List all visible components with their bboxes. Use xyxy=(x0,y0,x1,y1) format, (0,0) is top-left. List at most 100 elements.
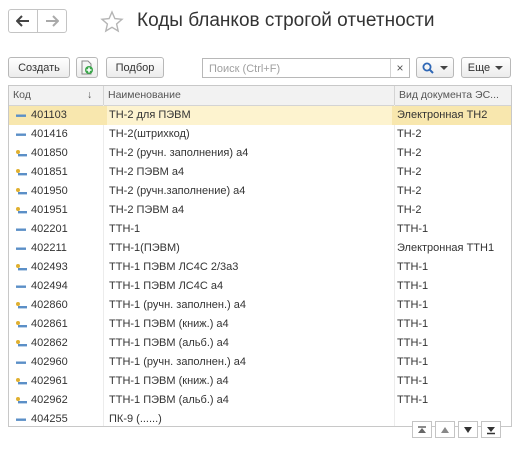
cell-name: ТТН-1 ПЭВМ (книж.) а4 xyxy=(109,375,229,387)
search-input[interactable] xyxy=(207,60,391,78)
cell-code: 404255 xyxy=(31,413,68,425)
scroll-to-last-button[interactable] xyxy=(481,421,501,438)
cell-doctype: ТТН-1 xyxy=(397,337,429,349)
forward-button[interactable] xyxy=(37,9,67,33)
cell-code: 402494 xyxy=(31,280,68,292)
search-box: × xyxy=(202,58,410,78)
cell-doctype: ТТН-1 xyxy=(397,299,429,311)
scroll-down-button[interactable] xyxy=(458,421,478,438)
table-row[interactable]: 401951 ТН-2 ПЭВМ а4 ТН-2 xyxy=(9,201,511,220)
table-row[interactable]: 402962 ТТН-1 ПЭВМ (альб.) а4 ТТН-1 xyxy=(9,391,511,410)
table-row[interactable]: 402201 ТТН-1 ТТН-1 xyxy=(9,220,511,239)
arrow-up-icon xyxy=(441,426,449,433)
dash-icon xyxy=(16,361,26,364)
cell-name: ТТН-1 xyxy=(109,223,141,235)
cell-doctype: ТТН-1 xyxy=(397,375,429,387)
cell-doctype: ТТН-1 xyxy=(397,394,429,406)
dash-dot-icon xyxy=(16,378,27,385)
cell-code: 401103 xyxy=(31,109,67,121)
cell-doctype: Электронная ТТН1 xyxy=(397,242,495,254)
table-row[interactable]: 401950 ТН-2 (ручн.заполнение) а4 ТН-2 xyxy=(9,182,511,201)
cell-name: ТТН-1 (ручн. заполнен.) а4 xyxy=(109,356,246,368)
add-document-icon xyxy=(81,60,93,75)
dash-dot-icon xyxy=(16,188,27,195)
table-row[interactable]: 402861 ТТН-1 ПЭВМ (книж.) а4 ТТН-1 xyxy=(9,315,511,334)
dash-icon xyxy=(16,285,26,288)
dash-dot-icon xyxy=(16,397,27,404)
cell-doctype: ТТН-1 xyxy=(397,356,429,368)
cell-name: ТТН-1 ПЭВМ ЛС4С а4 xyxy=(109,280,224,292)
favorite-star-icon[interactable] xyxy=(100,10,124,37)
cell-doctype: ТТН-1 xyxy=(397,223,429,235)
dash-dot-icon xyxy=(16,150,27,157)
cell-doctype: ТН-2 xyxy=(397,204,422,216)
dash-dot-icon xyxy=(16,340,27,347)
cell-name: ТТН-1 (ручн. заполнен.) а4 xyxy=(109,299,246,311)
select-button[interactable]: Подбор xyxy=(106,57,164,78)
search-icon xyxy=(422,62,434,74)
dash-icon xyxy=(16,114,26,117)
cell-name: ТТН-1(ПЭВМ) xyxy=(109,242,180,254)
cell-name: ТН-2 (ручн.заполнение) а4 xyxy=(109,185,246,197)
dash-icon xyxy=(16,228,26,231)
create-copy-button[interactable] xyxy=(76,57,98,78)
cell-name: ТТН-1 ПЭВМ (альб.) а4 xyxy=(109,394,229,406)
table-row[interactable]: 401851 ТН-2 ПЭВМ а4 ТН-2 xyxy=(9,163,511,182)
cell-code: 402862 xyxy=(31,337,68,349)
dash-dot-icon xyxy=(16,302,27,309)
column-header-doctype[interactable]: Вид документа ЭС... xyxy=(395,86,511,105)
column-header-name[interactable]: Наименование xyxy=(104,86,394,105)
cell-code: 401416 xyxy=(31,128,68,140)
cell-code: 402961 xyxy=(31,375,68,387)
arrow-left-icon xyxy=(16,15,29,27)
dash-icon xyxy=(16,133,26,136)
table-row[interactable]: 402960 ТТН-1 (ручн. заполнен.) а4 ТТН-1 xyxy=(9,353,511,372)
cell-doctype: ТН-2 xyxy=(397,147,422,159)
clear-search-button[interactable]: × xyxy=(390,59,409,77)
cell-doctype: ТТН-1 xyxy=(397,318,429,330)
cell-name: ТН-2 ПЭВМ а4 xyxy=(109,204,185,216)
cell-code: 402962 xyxy=(31,394,68,406)
cell-code: 402201 xyxy=(31,223,68,235)
table-header: Код ↓ Наименование Вид документа ЭС... xyxy=(9,86,511,106)
dash-dot-icon xyxy=(16,264,27,271)
table-row[interactable]: 401103 ТН-2 для ПЭВМ Электронная ТН2 xyxy=(9,106,511,125)
cell-code: 401851 xyxy=(31,166,68,178)
cell-code: 401950 xyxy=(31,185,68,197)
dash-dot-icon xyxy=(16,169,27,176)
table-row[interactable]: 402961 ТТН-1 ПЭВМ (книж.) а4 ТТН-1 xyxy=(9,372,511,391)
table-row[interactable]: 401850 ТН-2 (ручн. заполнения) а4 ТН-2 xyxy=(9,144,511,163)
first-page-icon xyxy=(418,425,426,433)
table-row[interactable]: 402860 ТТН-1 (ручн. заполнен.) а4 ТТН-1 xyxy=(9,296,511,315)
scroll-up-button[interactable] xyxy=(435,421,455,438)
cell-code: 402860 xyxy=(31,299,68,311)
dash-dot-icon xyxy=(16,207,27,214)
cell-doctype: ТН-2 xyxy=(397,128,422,140)
cell-name: ТТН-1 ПЭВМ (книж.) а4 xyxy=(109,318,229,330)
dash-icon xyxy=(16,418,26,421)
cell-name: ТТН-1 ПЭВМ (альб.) а4 xyxy=(109,337,229,349)
back-button[interactable] xyxy=(8,9,38,33)
chevron-down-icon xyxy=(495,65,504,70)
table-row[interactable]: 402211 ТТН-1(ПЭВМ) Электронная ТТН1 xyxy=(9,239,511,258)
cell-code: 402493 xyxy=(31,261,68,273)
cell-doctype: ТН-2 xyxy=(397,166,422,178)
search-options-button[interactable] xyxy=(416,57,454,78)
cell-code: 401850 xyxy=(31,147,68,159)
chevron-down-icon xyxy=(439,65,448,70)
table-row[interactable]: 402493 ТТН-1 ПЭВМ ЛС4С 2/3а3 ТТН-1 xyxy=(9,258,511,277)
table-row[interactable]: 401416 ТН-2(штрихкод) ТН-2 xyxy=(9,125,511,144)
cell-name: ТН-2 ПЭВМ а4 xyxy=(109,166,185,178)
page-title: Коды бланков строгой отчетности xyxy=(137,10,435,31)
dash-icon xyxy=(16,247,26,250)
table-row[interactable]: 402862 ТТН-1 ПЭВМ (альб.) а4 ТТН-1 xyxy=(9,334,511,353)
more-menu-button[interactable]: Еще xyxy=(461,57,511,78)
dash-dot-icon xyxy=(16,321,27,328)
scroll-to-first-button[interactable] xyxy=(412,421,432,438)
cell-doctype: ТТН-1 xyxy=(397,261,429,273)
table-row[interactable]: 402494 ТТН-1 ПЭВМ ЛС4С а4 ТТН-1 xyxy=(9,277,511,296)
create-button[interactable]: Создать xyxy=(8,57,70,78)
cell-code: 402211 xyxy=(31,242,67,254)
cell-name: ТН-2 (ручн. заполнения) а4 xyxy=(109,147,249,159)
arrow-down-icon xyxy=(464,426,472,433)
